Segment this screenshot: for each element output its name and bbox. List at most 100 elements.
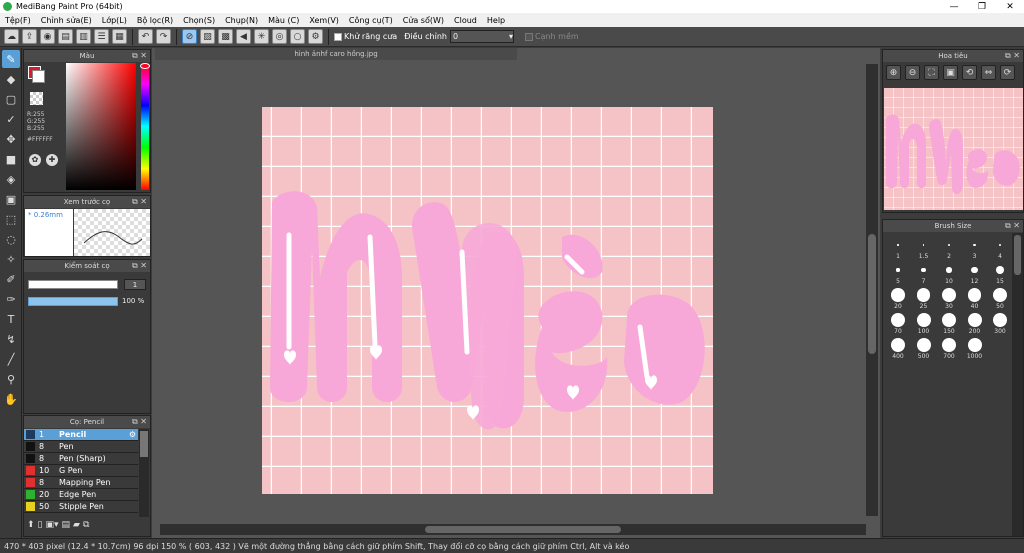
cloud-icon[interactable]: ☁: [4, 29, 19, 44]
brush-size-option[interactable]: 400: [886, 336, 910, 360]
menu-edit[interactable]: Chỉnh sửa(E): [36, 16, 97, 25]
eraser-tool-icon[interactable]: ◆: [2, 70, 20, 88]
fill-rect-tool-icon[interactable]: ■: [2, 150, 20, 168]
soft-edge-toggle[interactable]: Cạnh mềm: [524, 32, 579, 41]
magic-wand-tool-icon[interactable]: ✧: [2, 250, 20, 268]
adjust-select[interactable]: 0 ▾: [449, 30, 514, 43]
zoom-in-icon[interactable]: ⊕: [886, 65, 901, 80]
foreground-color-swatch[interactable]: [32, 70, 45, 83]
brush-size-scrollbar[interactable]: [1012, 233, 1023, 536]
menu-color[interactable]: Màu (C): [263, 16, 304, 25]
lasso-tool-icon[interactable]: ◌: [2, 230, 20, 248]
select-eraser-tool-icon[interactable]: ✑: [2, 290, 20, 308]
snap-off-icon[interactable]: ⊘: [182, 29, 197, 44]
vanishing-snap-icon[interactable]: ◀: [236, 29, 251, 44]
canvas-vertical-scrollbar[interactable]: [866, 64, 878, 516]
palette-icon[interactable]: ✿: [29, 154, 41, 166]
divide-tool-icon[interactable]: ╱: [2, 350, 20, 368]
brush-size-slider[interactable]: [28, 280, 118, 289]
hue-handle[interactable]: [140, 63, 150, 69]
transparent-swatch[interactable]: [30, 92, 43, 105]
brush-size-option[interactable]: 100: [911, 311, 936, 335]
brush-size-option[interactable]: 500: [911, 336, 936, 360]
navigator-thumbnail[interactable]: [884, 88, 1023, 210]
brush-size-option[interactable]: 1: [886, 236, 910, 260]
document-icon[interactable]: ▤: [58, 29, 73, 44]
rotate-left-icon[interactable]: ⟲: [962, 65, 977, 80]
maximize-button[interactable]: ❐: [968, 2, 996, 12]
actual-size-icon[interactable]: ▣: [943, 65, 958, 80]
brush-size-option[interactable]: 12: [962, 261, 987, 285]
panel-close-icon[interactable]: ⧉ ✕: [1005, 221, 1020, 231]
panel-close-icon[interactable]: ⧉ ✕: [1005, 51, 1020, 61]
hand-tool-icon[interactable]: ✋: [2, 390, 20, 408]
brush-size-option[interactable]: 25: [911, 286, 936, 310]
parallel-snap-icon[interactable]: ▨: [200, 29, 215, 44]
document-tab[interactable]: hình ảnhf caro hồng.jpg: [155, 48, 517, 60]
fit-icon[interactable]: ⛶: [924, 65, 939, 80]
antialias-toggle[interactable]: Khử răng cưa: [334, 32, 397, 41]
settings-icon[interactable]: ⚙: [308, 29, 323, 44]
new-brush-icon[interactable]: ▯: [38, 520, 43, 530]
brush-size-option[interactable]: 300: [988, 311, 1012, 335]
brush-list-scrollbar[interactable]: [139, 429, 149, 517]
comment-icon[interactable]: ◉: [40, 29, 55, 44]
hue-slider[interactable]: [141, 63, 149, 190]
menu-filter[interactable]: Bộ lọc(R): [132, 16, 178, 25]
page-icon[interactable]: ▥: [76, 29, 91, 44]
brush-size-option[interactable]: 40: [962, 286, 987, 310]
brush-item-g-pen[interactable]: 10 G Pen: [24, 465, 138, 477]
menu-cloud[interactable]: Cloud: [449, 16, 482, 25]
brush-size-option[interactable]: 10: [937, 261, 961, 285]
brush-size-option[interactable]: 4: [988, 236, 1012, 260]
brush-size-option[interactable]: 150: [937, 311, 961, 335]
brush-size-option[interactable]: 50: [988, 286, 1012, 310]
circle-snap-icon[interactable]: ○: [290, 29, 305, 44]
operation-tool-icon[interactable]: ↯: [2, 330, 20, 348]
bucket-tool-icon[interactable]: ◈: [2, 170, 20, 188]
brush-size-option[interactable]: 700: [937, 336, 961, 360]
select-pen-tool-icon[interactable]: ✐: [2, 270, 20, 288]
gradient-tool-icon[interactable]: ▣: [2, 190, 20, 208]
eyedropper-tool-icon[interactable]: ⚲: [2, 370, 20, 388]
radial-snap-icon[interactable]: ✳: [254, 29, 269, 44]
brush-size-option[interactable]: 70: [886, 311, 910, 335]
brush-size-option[interactable]: 20: [886, 286, 910, 310]
panel-close-icon[interactable]: ⧉ ✕: [132, 261, 147, 271]
brush-size-option[interactable]: 1000: [962, 336, 987, 360]
brush-opacity-slider[interactable]: [28, 297, 118, 306]
brush-size-option[interactable]: 3: [962, 236, 987, 260]
saturation-value-picker[interactable]: [66, 63, 136, 190]
brush-folder-icon[interactable]: ▰: [73, 520, 80, 530]
brush-copy-icon[interactable]: ⧉: [83, 520, 89, 530]
menu-select[interactable]: Chọn(S): [178, 16, 220, 25]
panel-close-icon[interactable]: ⧉ ✕: [132, 197, 147, 207]
rotate-right-icon[interactable]: ⟳: [1000, 65, 1015, 80]
brush-item-stipple-pen[interactable]: 50 Stipple Pen: [24, 501, 138, 513]
redo-icon[interactable]: ↷: [156, 29, 171, 44]
palette-add-icon[interactable]: ✚: [46, 154, 58, 166]
brush-size-value[interactable]: 1: [124, 279, 146, 290]
minimize-button[interactable]: —: [940, 2, 968, 12]
close-button[interactable]: ✕: [996, 2, 1024, 12]
drawing-canvas[interactable]: [262, 107, 713, 494]
menu-layer[interactable]: Lớp(L): [97, 16, 132, 25]
add-brush-icon[interactable]: ⬆: [27, 520, 35, 530]
cross-snap-icon[interactable]: ▩: [218, 29, 233, 44]
gear-icon[interactable]: ⚙: [129, 430, 136, 439]
brush-item-edge-pen[interactable]: 20 Edge Pen: [24, 489, 138, 501]
brush-file-icon[interactable]: ▤: [62, 520, 71, 530]
brush-item-pen-sharp[interactable]: 8 Pen (Sharp): [24, 453, 138, 465]
undo-icon[interactable]: ↶: [138, 29, 153, 44]
rect-tool-icon[interactable]: ▢: [2, 90, 20, 108]
flip-icon[interactable]: ⇔: [981, 65, 996, 80]
zoom-out-icon[interactable]: ⊖: [905, 65, 920, 80]
brush-size-option[interactable]: 7: [911, 261, 936, 285]
menu-help[interactable]: Help: [482, 16, 510, 25]
brush-menu-icon[interactable]: ▣▾: [46, 520, 59, 530]
panel-close-icon[interactable]: ⧉ ✕: [132, 51, 147, 61]
brush-size-option[interactable]: 2: [937, 236, 961, 260]
upload-icon[interactable]: ⇪: [22, 29, 37, 44]
dot-tool-icon[interactable]: ✓: [2, 110, 20, 128]
concentric-snap-icon[interactable]: ◎: [272, 29, 287, 44]
